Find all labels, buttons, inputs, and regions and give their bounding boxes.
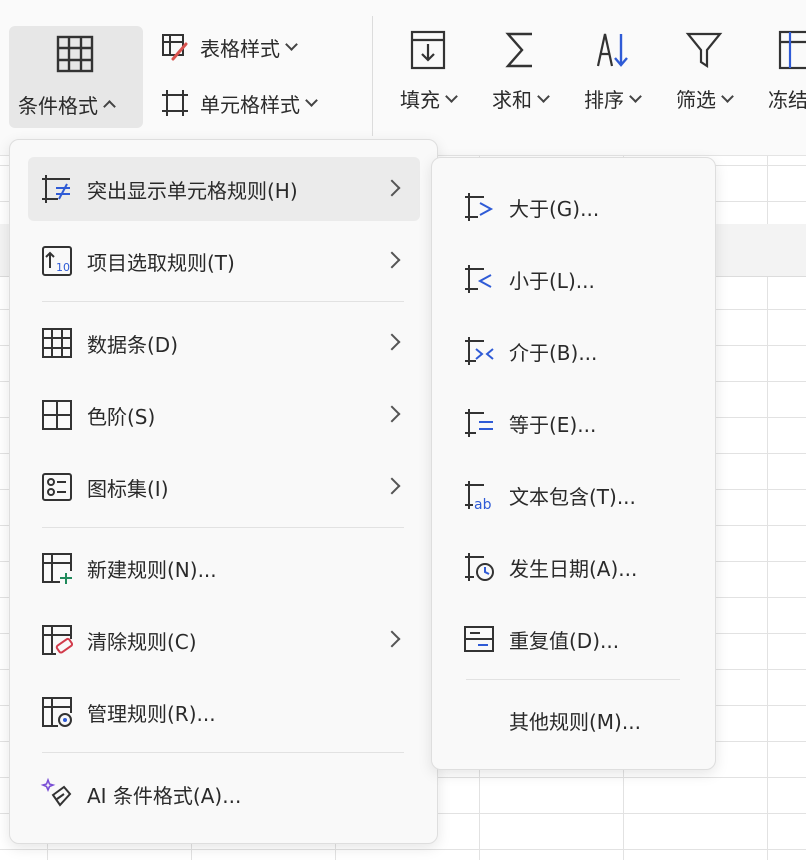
conditional-format-button[interactable]: 条件格式 bbox=[9, 26, 143, 128]
greater-than-icon bbox=[462, 190, 496, 224]
table-style-label: 表格样式 bbox=[200, 36, 280, 61]
menu-item-label: 管理规则(R)... bbox=[87, 701, 216, 726]
menu-item-icon-sets[interactable]: 图标集(I) bbox=[28, 455, 420, 519]
menu-item-label: 突出显示单元格规则(H) bbox=[87, 178, 298, 203]
menu-divider bbox=[42, 752, 404, 753]
fill-label: 填充 bbox=[400, 88, 440, 112]
equal-to-icon bbox=[462, 406, 496, 440]
manage-rules-icon bbox=[40, 695, 74, 729]
submenu-item-between[interactable]: 介于(B)... bbox=[450, 319, 700, 383]
freeze-button[interactable]: 冻结 bbox=[768, 28, 806, 113]
chevron-down-icon bbox=[305, 94, 318, 107]
date-occurring-icon bbox=[462, 550, 496, 584]
chevron-down-icon bbox=[285, 38, 298, 51]
submenu-item-label: 等于(E)... bbox=[509, 412, 597, 437]
menu-item-color-scales[interactable]: 色阶(S) bbox=[28, 383, 420, 447]
duplicate-values-icon bbox=[462, 622, 496, 656]
menu-divider bbox=[42, 301, 404, 302]
color-scales-icon bbox=[40, 398, 74, 432]
freeze-label: 冻结 bbox=[768, 88, 806, 112]
chevron-down-icon bbox=[629, 89, 642, 103]
sort-button[interactable]: 排序 bbox=[584, 28, 642, 113]
sort-icon bbox=[592, 28, 632, 72]
submenu-item-label: 发生日期(A)... bbox=[509, 556, 638, 581]
conditional-format-menu: 突出显示单元格规则(H) 10 项目选取规则(T) 数据条(D) 色阶(S) 图… bbox=[9, 139, 438, 844]
submenu-item-label: 小于(L)... bbox=[509, 268, 595, 293]
menu-item-data-bars[interactable]: 数据条(D) bbox=[28, 311, 420, 375]
submenu-item-label: 重复值(D)... bbox=[509, 628, 620, 653]
svg-text:10: 10 bbox=[56, 261, 70, 274]
submenu-item-less-than[interactable]: 小于(L)... bbox=[450, 247, 700, 311]
data-bars-icon bbox=[40, 326, 74, 360]
highlight-rules-submenu: 大于(G)... 小于(L)... 介于(B)... 等于(E)... ab 文… bbox=[431, 157, 716, 770]
chevron-right-icon bbox=[383, 405, 401, 423]
chevron-down-icon bbox=[721, 89, 734, 103]
submenu-item-greater-than[interactable]: 大于(G)... bbox=[450, 175, 700, 239]
submenu-item-label: 文本包含(T)... bbox=[509, 484, 636, 509]
chevron-down-icon bbox=[537, 89, 550, 103]
submenu-item-more-rules[interactable]: 其他规则(M)... bbox=[450, 688, 700, 752]
menu-item-ai-conditional-format[interactable]: AI 条件格式(A)... bbox=[28, 762, 420, 826]
menu-item-label: 色阶(S) bbox=[87, 404, 156, 429]
menu-item-top-bottom-rules[interactable]: 10 项目选取规则(T) bbox=[28, 229, 420, 293]
submenu-item-date-occurring[interactable]: 发生日期(A)... bbox=[450, 535, 700, 599]
menu-item-new-rule[interactable]: 新建规则(N)... bbox=[28, 536, 420, 600]
icon-sets-icon bbox=[40, 470, 74, 504]
cell-style-button[interactable]: 单元格样式 bbox=[160, 88, 318, 118]
menu-item-clear-rules[interactable]: 清除规则(C) bbox=[28, 608, 420, 672]
less-than-icon bbox=[462, 262, 496, 296]
menu-item-label: 清除规则(C) bbox=[87, 629, 197, 654]
conditional-format-icon bbox=[54, 34, 96, 74]
submenu-item-label: 其他规则(M)... bbox=[509, 709, 641, 734]
table-style-icon bbox=[160, 32, 190, 62]
menu-item-manage-rules[interactable]: 管理规则(R)... bbox=[28, 680, 420, 744]
sum-button[interactable]: 求和 bbox=[492, 28, 550, 113]
filter-icon bbox=[684, 28, 724, 72]
ribbon-separator bbox=[372, 16, 373, 136]
freeze-icon bbox=[768, 28, 806, 72]
menu-item-highlight-rules[interactable]: 突出显示单元格规则(H) bbox=[28, 157, 420, 221]
menu-item-label: 项目选取规则(T) bbox=[87, 250, 235, 275]
sigma-icon bbox=[500, 28, 540, 72]
new-rule-icon bbox=[40, 551, 74, 585]
submenu-divider bbox=[466, 679, 680, 680]
sum-label: 求和 bbox=[492, 88, 532, 112]
conditional-format-label: 条件格式 bbox=[18, 94, 98, 118]
menu-divider bbox=[42, 527, 404, 528]
fill-icon bbox=[408, 28, 448, 72]
chevron-right-icon bbox=[383, 179, 401, 197]
text-contains-icon: ab bbox=[462, 478, 496, 512]
fill-button[interactable]: 填充 bbox=[400, 28, 458, 113]
top-bottom-rules-icon: 10 bbox=[40, 244, 74, 278]
cell-style-label: 单元格样式 bbox=[200, 92, 300, 117]
svg-text:ab: ab bbox=[474, 497, 492, 512]
menu-item-label: 数据条(D) bbox=[87, 332, 179, 357]
table-style-button[interactable]: 表格样式 bbox=[160, 32, 298, 62]
ribbon-toolbar: 条件格式 表格样式 单元格样式 填充 求和 排序 筛选 冻结 bbox=[0, 0, 806, 156]
chevron-down-icon bbox=[445, 89, 458, 103]
chevron-right-icon bbox=[383, 333, 401, 351]
between-icon bbox=[462, 334, 496, 368]
submenu-item-text-contains[interactable]: ab 文本包含(T)... bbox=[450, 463, 700, 527]
clear-rules-icon bbox=[40, 623, 74, 657]
cell-style-icon bbox=[160, 88, 190, 118]
filter-label: 筛选 bbox=[676, 88, 716, 112]
submenu-item-label: 介于(B)... bbox=[509, 340, 598, 365]
chevron-right-icon bbox=[383, 630, 401, 648]
submenu-item-duplicate-values[interactable]: 重复值(D)... bbox=[450, 607, 700, 671]
menu-item-label: AI 条件格式(A)... bbox=[87, 783, 242, 808]
chevron-right-icon bbox=[383, 251, 401, 269]
filter-button[interactable]: 筛选 bbox=[676, 28, 734, 113]
chevron-up-icon bbox=[103, 100, 116, 113]
highlight-rules-icon bbox=[40, 172, 74, 206]
menu-item-label: 新建规则(N)... bbox=[87, 557, 217, 582]
chevron-right-icon bbox=[383, 477, 401, 495]
submenu-item-label: 大于(G)... bbox=[509, 196, 600, 221]
sort-label: 排序 bbox=[584, 88, 624, 112]
ai-sparkle-icon bbox=[40, 777, 74, 811]
menu-item-label: 图标集(I) bbox=[87, 476, 169, 501]
submenu-item-equal-to[interactable]: 等于(E)... bbox=[450, 391, 700, 455]
